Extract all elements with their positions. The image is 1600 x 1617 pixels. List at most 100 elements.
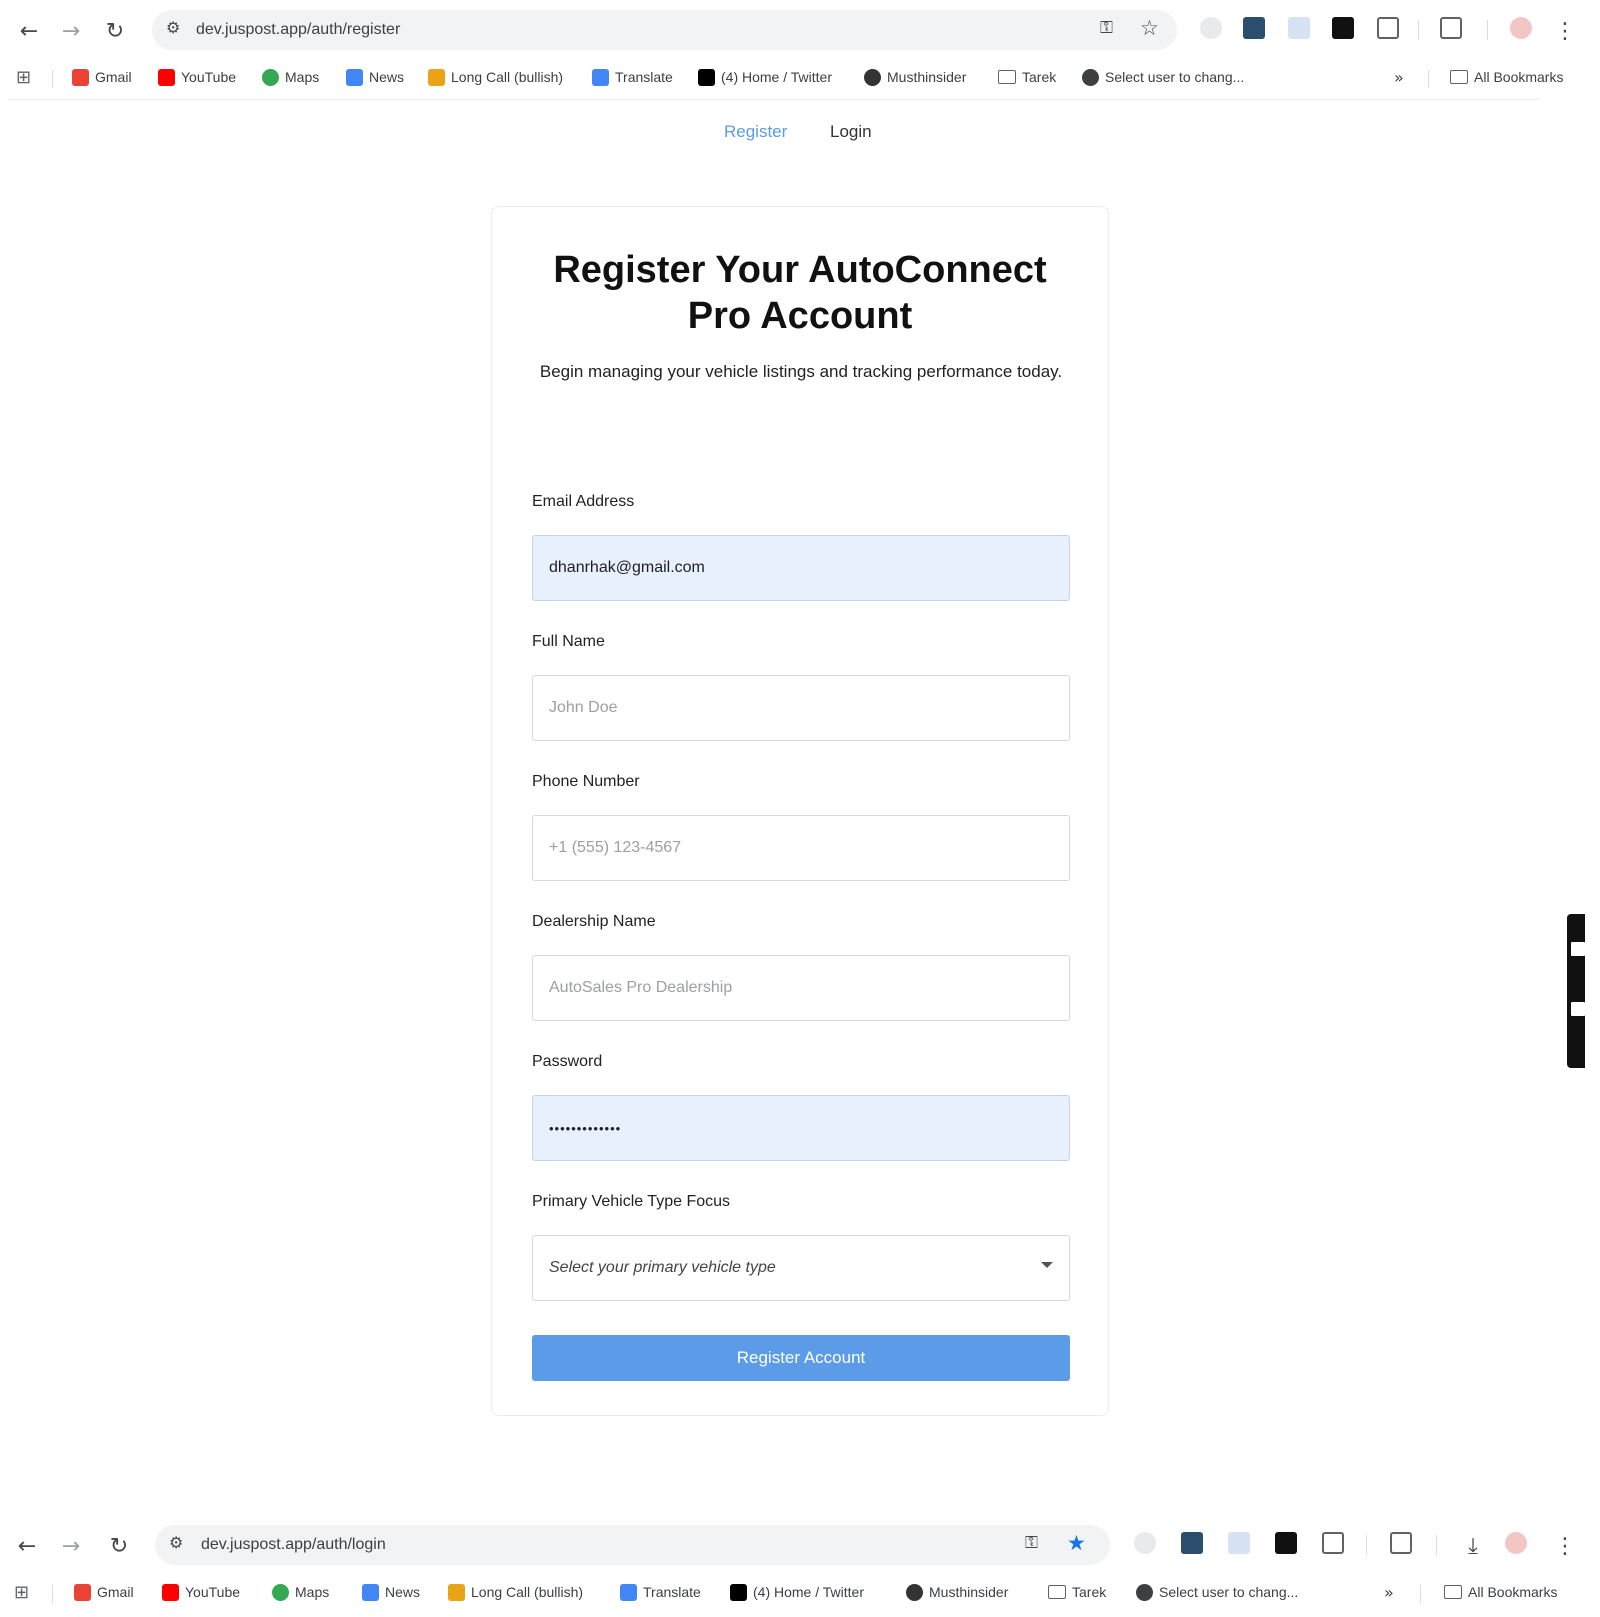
toolbar-divider [1366, 1535, 1367, 1555]
bookmarks-overflow-chevron-icon[interactable]: » [1394, 66, 1404, 88]
bookmark-youtube[interactable]: YouTube [158, 66, 236, 88]
email-field[interactable]: dhanrhak@gmail.com [532, 535, 1070, 601]
password-field[interactable]: ••••••••••••• [532, 1095, 1070, 1161]
bookmark-long-call[interactable]: Long Call (bullish) [448, 1581, 583, 1603]
site-settings-icon[interactable]: ⚙ [169, 1533, 183, 1552]
all-bookmarks-folder[interactable]: All Bookmarks [1444, 1581, 1557, 1603]
address-url: dev.juspost.app/auth/login [201, 1536, 386, 1553]
bookmark-star-icon[interactable]: ☆ [1140, 16, 1159, 40]
bookmark-label: Select user to chang... [1159, 1584, 1299, 1600]
bookmark-label: Long Call (bullish) [451, 69, 564, 85]
musthinsider-icon [906, 1583, 923, 1601]
extension-terminal-icon[interactable] [1332, 17, 1354, 39]
back-arrow-icon[interactable]: ← [12, 1531, 42, 1561]
dealership-field[interactable]: AutoSales Pro Dealership [532, 955, 1070, 1021]
auth-nav: Register Login [0, 122, 1600, 152]
reload-icon[interactable]: ↻ [100, 16, 130, 46]
bookmark-news[interactable]: News [346, 66, 404, 88]
bookmark-label: News [385, 1584, 421, 1600]
bookmark-star-filled-icon[interactable]: ★ [1067, 1531, 1086, 1555]
folder-icon [1444, 1585, 1462, 1599]
extension-download-icon[interactable] [1228, 1532, 1250, 1554]
full-name-field[interactable]: John Doe [532, 675, 1070, 741]
folder-icon [1048, 1585, 1066, 1599]
browser-chrome-bottom: ← → ↻ ⚙ dev.juspost.app/auth/login ⚿ ★ ⤓… [0, 1515, 1600, 1617]
bookmark-twitter[interactable]: (4) Home / Twitter [730, 1581, 864, 1603]
bookmark-label: News [369, 69, 405, 85]
bookmark-folder-tarek[interactable]: Tarek [1048, 1581, 1106, 1603]
full-name-placeholder: John Doe [549, 699, 618, 716]
page-title: Register Your AutoConnect Pro Account [553, 249, 1047, 337]
tab-register[interactable]: Register [724, 122, 787, 142]
phone-field[interactable]: +1 (555) 123-4567 [532, 815, 1070, 881]
extensions-puzzle-icon[interactable] [1322, 1532, 1344, 1554]
apps-grid-icon[interactable]: ⊞ [14, 1581, 29, 1603]
translate-icon [620, 1583, 637, 1601]
bookmark-translate[interactable]: Translate [592, 66, 673, 88]
floating-side-widget[interactable] [1567, 914, 1585, 1068]
extension-timer-icon[interactable] [1200, 17, 1222, 39]
bookmarks-overflow-chevron-icon[interactable]: » [1384, 1581, 1394, 1603]
bookmark-label: Select user to chang... [1105, 69, 1245, 85]
site-settings-icon[interactable]: ⚙ [166, 18, 180, 37]
phone-placeholder: +1 (555) 123-4567 [549, 839, 682, 856]
maps-icon [272, 1583, 289, 1601]
bookmark-folder-tarek[interactable]: Tarek [998, 66, 1056, 88]
browser-chrome-top: ← → ↻ ⚙ dev.juspost.app/auth/register ⚿ … [0, 0, 1600, 100]
bookmark-gmail[interactable]: Gmail [74, 1581, 134, 1603]
bookmark-maps[interactable]: Maps [272, 1581, 329, 1603]
bookmark-musthinsider[interactable]: Musthinsider [906, 1581, 1008, 1603]
bookmark-select-user[interactable]: Select user to chang... [1136, 1581, 1298, 1603]
musthinsider-icon [864, 68, 881, 86]
bookmark-twitter[interactable]: (4) Home / Twitter [698, 66, 832, 88]
bookmark-label: YouTube [181, 69, 237, 85]
apps-grid-icon[interactable]: ⊞ [16, 66, 31, 88]
profile-avatar-icon[interactable] [1505, 1532, 1527, 1554]
register-account-button[interactable]: Register Account [532, 1335, 1070, 1381]
bookmark-label: Gmail [97, 1584, 134, 1600]
extension-app-icon[interactable] [1181, 1532, 1203, 1554]
all-bookmarks-label: All Bookmarks [1468, 1584, 1558, 1600]
all-bookmarks-label: All Bookmarks [1474, 69, 1564, 85]
bookmark-maps[interactable]: Maps [262, 66, 319, 88]
tab-search-icon[interactable] [1440, 17, 1462, 39]
bookmark-label: Translate [643, 1584, 701, 1600]
extensions-puzzle-icon[interactable] [1377, 17, 1399, 39]
bookmark-label: Translate [615, 69, 673, 85]
bookmark-translate[interactable]: Translate [620, 1581, 701, 1603]
forward-arrow-icon[interactable]: → [56, 1531, 86, 1561]
bookmark-youtube[interactable]: YouTube [162, 1581, 240, 1603]
download-icon[interactable]: ⤓ [1458, 1531, 1488, 1561]
kebab-menu-icon[interactable]: ⋮ [1550, 16, 1580, 46]
password-key-icon[interactable]: ⚿ [1025, 1533, 1038, 1553]
bookmark-label: Maps [285, 69, 320, 85]
bookmark-news[interactable]: News [362, 1581, 420, 1603]
extension-timer-icon[interactable] [1134, 1532, 1156, 1554]
address-bar[interactable]: ⚙ dev.juspost.app/auth/login ⚿ ★ [155, 1525, 1110, 1565]
bookmark-musthinsider[interactable]: Musthinsider [864, 66, 966, 88]
kebab-menu-icon[interactable]: ⋮ [1550, 1531, 1580, 1561]
address-url: dev.juspost.app/auth/register [196, 21, 401, 38]
youtube-icon [162, 1583, 179, 1601]
reload-icon[interactable]: ↻ [104, 1531, 134, 1561]
tab-login[interactable]: Login [830, 122, 872, 142]
password-key-icon[interactable]: ⚿ [1100, 18, 1113, 38]
all-bookmarks-folder[interactable]: All Bookmarks [1450, 66, 1563, 88]
profile-avatar-icon[interactable] [1510, 17, 1532, 39]
bookmark-long-call[interactable]: Long Call (bullish) [428, 66, 563, 88]
back-arrow-icon[interactable]: ← [14, 16, 44, 46]
extension-app-icon[interactable] [1243, 17, 1265, 39]
email-value: dhanrhak@gmail.com [549, 559, 705, 576]
bookmark-gmail[interactable]: Gmail [72, 66, 132, 88]
extension-terminal-icon[interactable] [1275, 1532, 1297, 1554]
address-bar[interactable]: ⚙ dev.juspost.app/auth/register ⚿ ☆ [152, 10, 1177, 50]
full-name-label: Full Name [532, 633, 605, 650]
extension-download-icon[interactable] [1288, 17, 1310, 39]
tab-search-icon[interactable] [1390, 1532, 1412, 1554]
vehicle-type-select[interactable]: Select your primary vehicle type [532, 1235, 1070, 1301]
bookmark-select-user[interactable]: Select user to chang... [1082, 66, 1244, 88]
forward-arrow-icon[interactable]: → [56, 16, 86, 46]
bookmark-label: Musthinsider [887, 69, 967, 85]
dealership-label: Dealership Name [532, 913, 656, 930]
toolbar-divider [1436, 1535, 1437, 1555]
